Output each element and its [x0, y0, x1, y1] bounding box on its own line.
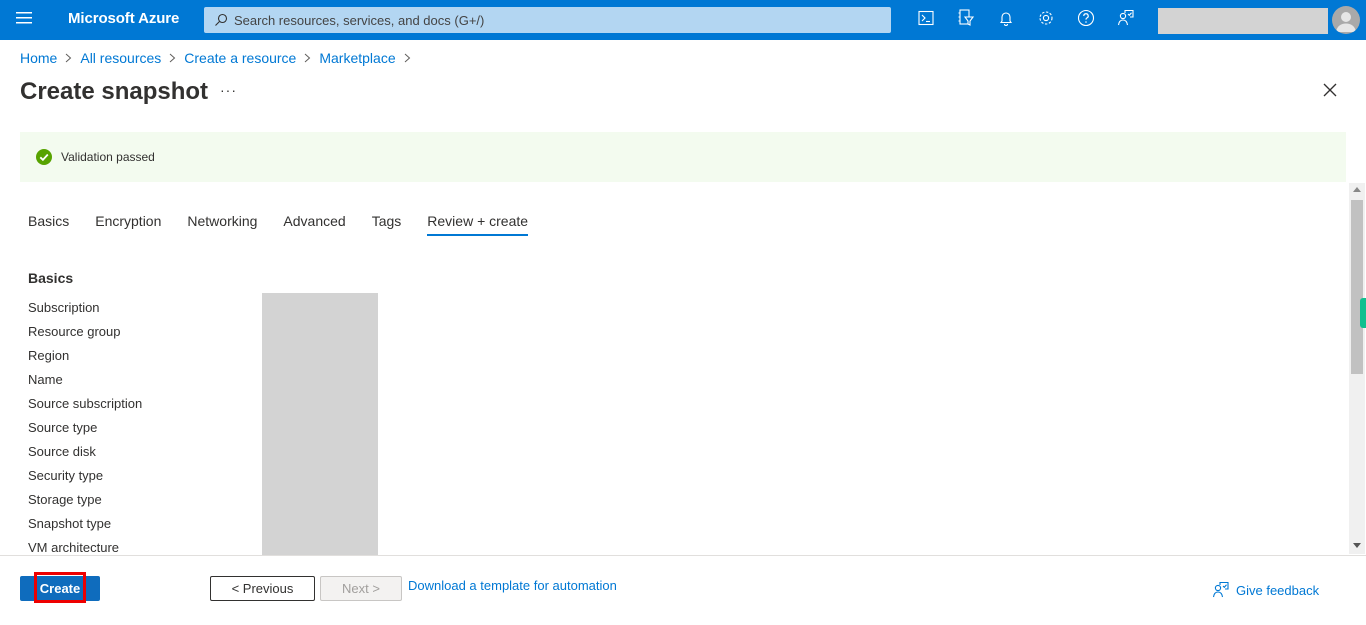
- breadcrumb-marketplace[interactable]: Marketplace: [319, 50, 395, 66]
- brand-title[interactable]: Microsoft Azure: [68, 10, 179, 27]
- directory-filter-button[interactable]: [946, 0, 986, 40]
- search-input[interactable]: [234, 12, 874, 28]
- scroll-thumb[interactable]: [1351, 200, 1363, 374]
- download-template-link[interactable]: Download a template for automation: [408, 578, 617, 593]
- tab-networking[interactable]: Networking: [187, 213, 257, 236]
- notifications-icon: [998, 10, 1014, 31]
- cloud-shell-icon: [918, 10, 934, 31]
- review-fields: Subscription Resource group Region Name …: [28, 298, 142, 555]
- redacted-values: [262, 293, 378, 555]
- settings-icon: [1037, 9, 1055, 32]
- breadcrumb-all-resources[interactable]: All resources: [80, 50, 161, 66]
- field-label-region: Region: [28, 348, 70, 363]
- feedback-button[interactable]: [1106, 0, 1146, 40]
- validation-message: Validation passed: [61, 150, 155, 164]
- review-content: Basics Encryption Networking Advanced Ta…: [0, 184, 1348, 555]
- wizard-tabs: Basics Encryption Networking Advanced Ta…: [28, 213, 528, 236]
- feedback-icon: [1212, 581, 1230, 599]
- global-search[interactable]: [204, 7, 891, 33]
- settings-button[interactable]: [1026, 0, 1066, 40]
- validation-banner: Validation passed: [20, 132, 1346, 182]
- field-label-source-type: Source type: [28, 420, 98, 435]
- side-panel-handle[interactable]: [1360, 298, 1366, 328]
- previous-button[interactable]: < Previous: [210, 576, 315, 601]
- field-label-source-subscription: Source subscription: [28, 396, 143, 411]
- field-label-storage-type: Storage type: [28, 492, 102, 507]
- top-bar-icons: [906, 0, 1146, 40]
- cloud-shell-button[interactable]: [906, 0, 946, 40]
- help-button[interactable]: [1066, 0, 1106, 40]
- field-label-subscription: Subscription: [28, 300, 100, 315]
- field-label-resource-group: Resource group: [28, 324, 121, 339]
- success-check-icon: [36, 149, 52, 165]
- give-feedback-label: Give feedback: [1236, 582, 1320, 598]
- give-feedback-link[interactable]: Give feedback: [1212, 581, 1319, 599]
- more-options-button[interactable]: ···: [220, 82, 237, 98]
- next-button[interactable]: Next >: [320, 576, 402, 601]
- tab-encryption[interactable]: Encryption: [95, 213, 161, 236]
- tab-review-create[interactable]: Review + create: [427, 213, 528, 236]
- field-label-security-type: Security type: [28, 468, 104, 483]
- chevron-right-icon: [65, 53, 72, 63]
- section-title-basics: Basics: [28, 270, 74, 286]
- hamburger-icon: [16, 11, 32, 29]
- help-icon: [1077, 9, 1095, 32]
- tab-basics[interactable]: Basics: [28, 213, 69, 236]
- search-icon: [214, 13, 228, 27]
- create-button[interactable]: Create: [20, 576, 100, 601]
- breadcrumb-create-a-resource[interactable]: Create a resource: [184, 50, 296, 66]
- scroll-down-arrow-icon[interactable]: [1353, 543, 1361, 548]
- content-scrollbar[interactable]: [1349, 183, 1365, 554]
- tab-advanced[interactable]: Advanced: [283, 213, 345, 236]
- chevron-right-icon: [169, 53, 176, 63]
- field-label-snapshot-type: Snapshot type: [28, 516, 112, 531]
- field-label-name: Name: [28, 372, 63, 387]
- top-bar: Microsoft Azure: [0, 0, 1366, 40]
- wizard-footer: Create < Previous Next > Download a temp…: [0, 555, 1366, 625]
- close-icon: [1323, 83, 1337, 102]
- portal-menu-button[interactable]: [10, 6, 38, 34]
- directory-filter-icon: [957, 8, 975, 32]
- account-info[interactable]: [1158, 8, 1328, 34]
- avatar[interactable]: [1332, 6, 1360, 34]
- feedback-icon: [1117, 9, 1135, 32]
- close-button[interactable]: [1318, 80, 1342, 104]
- chevron-right-icon: [304, 53, 311, 63]
- field-label-vm-architecture: VM architecture: [28, 540, 120, 555]
- notifications-button[interactable]: [986, 0, 1026, 40]
- chevron-right-icon: [404, 53, 411, 63]
- tab-tags[interactable]: Tags: [372, 213, 402, 236]
- breadcrumb: Home All resources Create a resource Mar…: [20, 50, 419, 66]
- page-title: Create snapshot: [20, 78, 209, 105]
- scroll-up-arrow-icon[interactable]: [1353, 187, 1361, 192]
- breadcrumb-home[interactable]: Home: [20, 50, 57, 66]
- field-label-source-disk: Source disk: [28, 444, 96, 459]
